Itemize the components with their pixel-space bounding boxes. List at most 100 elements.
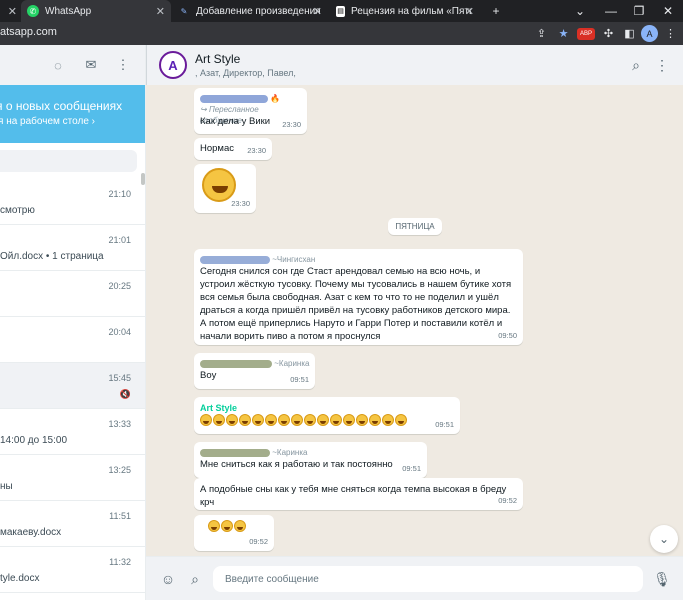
emoji-icon[interactable]: ☺ (159, 570, 177, 588)
chat-time: 11:32 (109, 557, 131, 567)
message-time: 23:30 (247, 146, 266, 155)
notification-title: я о новых сообщениях (0, 99, 123, 113)
message-bubble[interactable]: Art Style 09:51 (194, 397, 460, 434)
sender-row: ~Каринка (200, 358, 309, 369)
tab-review[interactable]: ▤ Рецензия на фильм «Пятьдесят ✕ (330, 0, 480, 22)
chat-time: 13:25 (108, 465, 131, 475)
chat-row[interactable]: 20:04 (0, 317, 145, 363)
message-time: 09:52 (498, 496, 517, 505)
laughing-emoji-icon (200, 414, 212, 427)
chat-time: 20:04 (108, 327, 131, 337)
message-bubble[interactable]: ~Чингисхан Сегодня снился сон где Стаст … (194, 249, 523, 345)
message-area: 🔥 ↪ Пересланное сообщение Как дела у Вик… (146, 85, 683, 555)
maximize-button[interactable]: ❐ (625, 0, 653, 22)
bookmark-star-icon[interactable]: ★ (555, 25, 572, 42)
tab-partial[interactable]: ✕ (0, 0, 21, 22)
day-divider: ПЯТНИЦА (388, 218, 442, 235)
side-panel-icon[interactable]: ◧ (621, 25, 638, 42)
new-tab-button[interactable]: + (482, 0, 510, 22)
laughing-emoji-icon (304, 414, 316, 427)
chat-row[interactable]: 21:10 смотрю (0, 179, 145, 225)
notification-banner[interactable]: я о новых сообщениях я на рабочем столе … (0, 85, 145, 143)
laughing-emoji-icon (317, 414, 329, 427)
extensions-puzzle-icon[interactable]: ✣ (600, 25, 617, 42)
message-composer: ☺ ⌕ 🎙 (146, 556, 683, 600)
tab-whatsapp[interactable]: ✆ WhatsApp ✕ (21, 0, 171, 22)
chat-row[interactable]: 13:25 ны (0, 455, 145, 501)
message-time: 23:30 (231, 199, 250, 208)
tab-label: WhatsApp (45, 5, 92, 17)
tab-search-icon[interactable]: ⌄ (566, 0, 594, 22)
menu-icon[interactable]: ⋮ (114, 56, 132, 74)
adblock-extension-icon[interactable]: ABP (577, 28, 595, 40)
laughing-emoji-icon (395, 414, 407, 427)
chat-row[interactable]: 21:01 Ойл.docx • 1 страница (0, 225, 145, 271)
chat-row-selected[interactable]: 15:45 🔇 (0, 363, 145, 409)
group-avatar[interactable]: A (159, 51, 187, 79)
sender-row: 🔥 (200, 93, 301, 104)
profile-avatar[interactable]: A (641, 25, 658, 42)
scroll-down-button[interactable]: ⌄ (650, 525, 678, 553)
chat-row[interactable]: 11:51 макаеву.docx (0, 501, 145, 547)
laughing-emoji-icon (343, 414, 355, 427)
close-icon[interactable]: ✕ (465, 5, 474, 18)
sender-name[interactable]: Art Style (200, 402, 454, 414)
close-window-button[interactable]: ✕ (654, 0, 682, 22)
message-time: 23:30 (282, 120, 301, 129)
chat-list-header: ◌ ✉ ⋮ (0, 45, 145, 85)
message-input[interactable] (213, 566, 643, 592)
browser-tab-bar: ✕ ✆ WhatsApp ✕ ✎ Добавление произведения… (0, 0, 683, 22)
chat-row[interactable]: 20:25 (0, 271, 145, 317)
microphone-icon[interactable]: 🎙 (653, 570, 671, 588)
message-bubble[interactable]: 23:30 (194, 164, 256, 213)
chat-time: 15:45 (108, 373, 131, 383)
laughing-emoji-icon (369, 414, 381, 427)
search-area (0, 143, 145, 179)
laughing-emoji-icon (265, 414, 277, 427)
chat-row[interactable]: 13:33 14:00 до 15:00 (0, 409, 145, 455)
new-chat-icon[interactable]: ✉ (82, 56, 100, 74)
laughing-emoji-icon (330, 414, 342, 427)
url-text[interactable]: atsapp.com (0, 26, 57, 38)
close-icon[interactable]: ✕ (313, 5, 322, 18)
search-input[interactable] (0, 150, 137, 172)
site-favicon-icon: ✎ (180, 6, 188, 16)
search-icon[interactable]: ⌕ (627, 56, 645, 74)
message-time: 09:51 (402, 464, 421, 473)
tab-add-work[interactable]: ✎ Добавление произведения ✕ (172, 0, 328, 22)
minimize-button[interactable]: — (597, 0, 625, 22)
laughing-emoji-icon (356, 414, 368, 427)
browser-menu-icon[interactable]: ⋮ (662, 25, 679, 42)
blurred-sender-name (200, 448, 270, 457)
message-bubble[interactable]: 09:52 (194, 515, 274, 551)
status-icon[interactable]: ◌ (49, 56, 67, 74)
message-bubble[interactable]: А подобные сны как у тебя мне сняться ко… (194, 478, 523, 510)
chat-row[interactable]: 11:32 tyle.docx (0, 547, 145, 593)
menu-icon[interactable]: ⋮ (653, 56, 671, 74)
chat-preview: Ойл.docx • 1 страница (0, 251, 104, 262)
emoji-row (200, 414, 454, 427)
close-icon[interactable]: ✕ (8, 5, 17, 18)
tab-label: Рецензия на фильм «Пятьдесят (351, 5, 471, 17)
message-bubble[interactable]: ~Каринка Мне сниться как я работаю и так… (194, 442, 427, 478)
message-time: 09:52 (249, 537, 268, 546)
chat-list-scrollbar[interactable] (141, 173, 145, 185)
attach-paperclip-icon[interactable]: ⌕ (186, 570, 204, 588)
emoji-row (200, 520, 268, 533)
conversation-header[interactable]: A Art Style , Азат, Директор, Павел, ⌕ ⋮ (146, 45, 683, 85)
chat-preview: 14:00 до 15:00 (0, 435, 68, 446)
laughing-emoji-icon (252, 414, 264, 427)
chat-time: 20:25 (108, 281, 131, 291)
grinning-emoji-icon (221, 520, 233, 533)
message-bubble[interactable]: Нормас 23:30 (194, 138, 272, 160)
notification-subtitle[interactable]: я на рабочем столе › (0, 116, 95, 127)
message-bubble[interactable]: ~Каринка Boy 09:51 (194, 353, 315, 389)
share-icon[interactable]: ⇪ (533, 25, 550, 42)
chat-time: 21:10 (108, 189, 131, 199)
laughing-emoji-icon (278, 414, 290, 427)
message-bubble[interactable]: 🔥 ↪ Пересланное сообщение Как дела у Вик… (194, 88, 307, 134)
laughing-emoji-icon (239, 414, 251, 427)
conversation-pane: A Art Style , Азат, Директор, Павел, ⌕ ⋮… (146, 45, 683, 600)
message-text: Мне сниться как я работаю и так постоянн… (200, 459, 393, 470)
close-icon[interactable]: ✕ (156, 5, 165, 18)
